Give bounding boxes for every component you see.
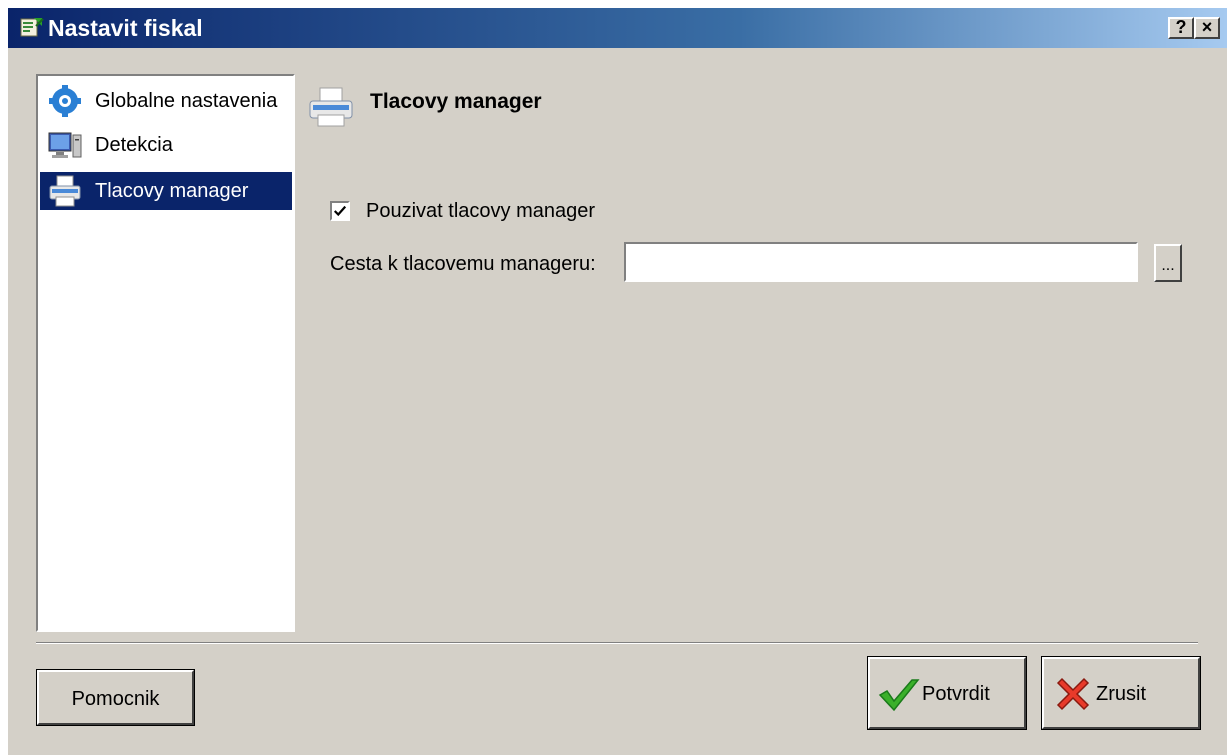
printer-icon [309, 87, 353, 127]
cross-icon [1056, 677, 1090, 711]
title-bar[interactable]: Nastavit fiskal ? × [8, 8, 1227, 48]
help-button-label: Pomocnik [71, 688, 160, 710]
settings-nav-list[interactable]: Globalne nastavenia Detekcia Tlacovy man… [36, 74, 295, 632]
nav-item-label: Detekcia [95, 134, 173, 156]
print-manager-path-input[interactable] [624, 242, 1138, 282]
help-button[interactable]: Pomocnik [36, 669, 195, 726]
app-icon [20, 18, 44, 37]
help-title-button[interactable]: ? [1168, 17, 1194, 39]
path-label: Cesta k tlacovemu manageru: [330, 253, 596, 275]
divider [36, 642, 1198, 644]
nav-item-label: Globalne nastavenia [95, 90, 278, 112]
use-print-manager-checkbox[interactable] [330, 201, 350, 221]
gear-icon [49, 85, 81, 117]
close-button[interactable]: × [1194, 17, 1220, 39]
checkmark-icon [333, 205, 347, 217]
nav-item-tlacovy-manager[interactable]: Tlacovy manager [40, 172, 292, 210]
checkmark-icon [878, 679, 920, 712]
browse-button[interactable]: ... [1154, 244, 1182, 282]
dialog-window: Nastavit fiskal ? × Globalne nastavenia [8, 8, 1227, 755]
nav-item-label: Tlacovy manager [95, 180, 249, 202]
nav-item-detekcia[interactable]: Detekcia [40, 126, 292, 164]
section-title: Tlacovy manager [370, 90, 542, 113]
cancel-button[interactable]: Zrusit [1041, 656, 1201, 730]
nav-item-globalne-nastavenia[interactable]: Globalne nastavenia [40, 82, 292, 120]
use-print-manager-label[interactable]: Pouzivat tlacovy manager [366, 200, 595, 223]
cancel-button-label: Zrusit [1096, 683, 1146, 705]
computer-icon [48, 132, 82, 158]
printer-icon [49, 175, 81, 207]
window-title: Nastavit fiskal [48, 15, 203, 41]
confirm-button[interactable]: Potvrdit [867, 656, 1027, 730]
confirm-button-label: Potvrdit [922, 683, 990, 705]
